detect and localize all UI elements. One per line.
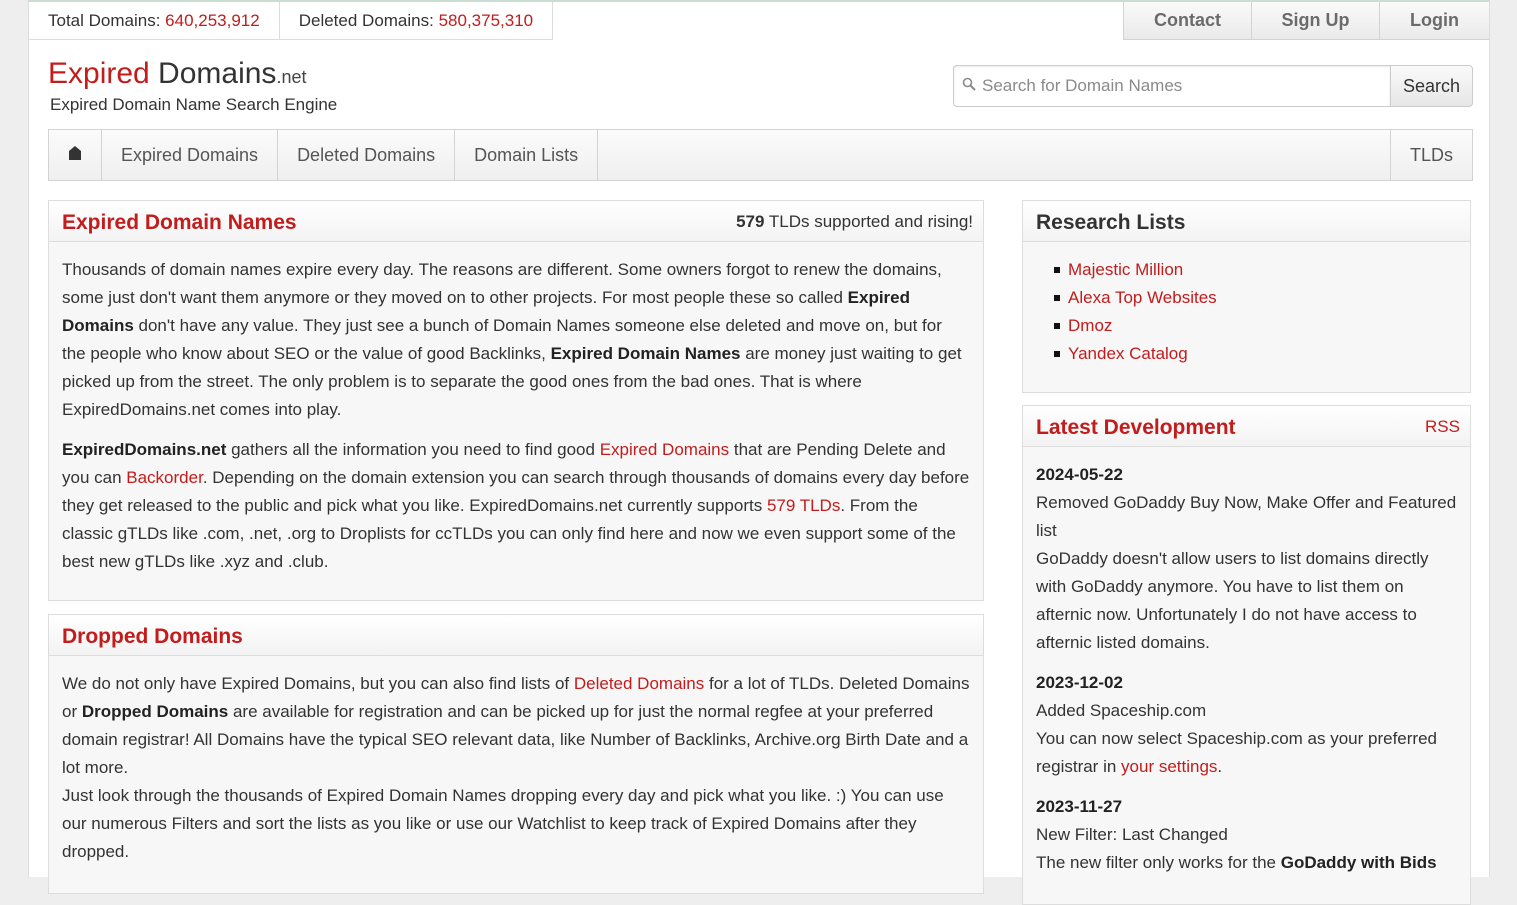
site-tagline: Expired Domain Name Search Engine — [50, 95, 338, 114]
search-icon — [962, 76, 976, 96]
list-item: Alexa Top Websites — [1054, 284, 1457, 312]
bold-text: GoDaddy with Bids — [1280, 853, 1437, 872]
news-date: 2024-05-22 — [1036, 465, 1123, 484]
logo-word-domains: Domains — [149, 57, 277, 90]
list-item: Dmoz — [1054, 312, 1457, 340]
bold-text: ExpiredDomains.net — [62, 440, 227, 459]
list-item: Yandex Catalog — [1054, 340, 1457, 368]
tlds-link[interactable]: 579 TLDs — [767, 496, 840, 515]
domain-search: Search — [953, 65, 1473, 107]
site-brand: Expired Domains.net Expired Domain Name … — [48, 56, 337, 115]
total-domains-stat: Total Domains: 640,253,912 — [29, 2, 280, 39]
news-body: You can now select Spaceship.com as your… — [1036, 725, 1457, 781]
site-logo[interactable]: Expired Domains.net — [48, 56, 337, 95]
panel-body: Majestic Million Alexa Top Websites Dmoz… — [1023, 242, 1470, 368]
text: gathers all the information you need to … — [226, 440, 600, 459]
intro-paragraph: Thousands of domain names expire every d… — [62, 256, 970, 424]
news-date: 2023-11-27 — [1036, 797, 1123, 816]
text: Thousands of domain names expire every d… — [62, 260, 942, 307]
alexa-top-websites-link[interactable]: Alexa Top Websites — [1068, 288, 1217, 307]
tld-count: 579 — [736, 212, 765, 231]
list-item: Majestic Million — [1054, 256, 1457, 284]
panel-header: Dropped Domains — [49, 615, 983, 656]
research-lists-panel: Research Lists Majestic Million Alexa To… — [1022, 200, 1471, 393]
news-body: The new filter only works for the GoDadd… — [1036, 849, 1457, 877]
majestic-million-link[interactable]: Majestic Million — [1068, 260, 1183, 279]
dropped-domains-panel: Dropped Domains We do not only have Expi… — [48, 614, 984, 894]
panel-body: We do not only have Expired Domains, but… — [49, 656, 983, 866]
latest-development-panel: Latest Development RSS 2024-05-22 Remove… — [1022, 405, 1471, 905]
nav-home[interactable] — [49, 130, 102, 180]
logo-tld: .net — [276, 67, 307, 87]
nav-deleted-domains[interactable]: Deleted Domains — [278, 130, 456, 180]
search-input[interactable] — [976, 76, 1390, 96]
search-button[interactable]: Search — [1390, 65, 1473, 107]
search-field[interactable] — [953, 65, 1390, 107]
news-item: 2023-12-02 Added Spaceship.com You can n… — [1036, 669, 1457, 781]
bold-text: Expired Domain Names — [550, 344, 741, 363]
dropped-paragraph: We do not only have Expired Domains, but… — [62, 670, 970, 782]
panel-header: Research Lists — [1023, 201, 1470, 242]
top-nav: Contact Sign Up Login — [1123, 2, 1489, 40]
research-list: Majestic Million Alexa Top Websites Dmoz… — [1036, 256, 1457, 368]
total-domains-value: 640,253,912 — [165, 11, 260, 30]
dropped-paragraph-2: Just look through the thousands of Expir… — [62, 786, 944, 861]
panel-header: Latest Development RSS — [1023, 406, 1470, 447]
panel-title: Expired Domain Names — [62, 211, 297, 234]
nav-expired-domains[interactable]: Expired Domains — [102, 130, 279, 180]
text: You can now select Spaceship.com as your… — [1036, 729, 1437, 776]
login-link[interactable]: Login — [1379, 2, 1489, 40]
deleted-domains-link[interactable]: Deleted Domains — [574, 674, 704, 693]
panel-title: Research Lists — [1036, 211, 1186, 234]
tld-count-note: 579 TLDs supported and rising! — [736, 212, 973, 232]
contact-link[interactable]: Contact — [1123, 2, 1251, 40]
panel-body: Thousands of domain names expire every d… — [49, 242, 983, 576]
expired-domains-panel: Expired Domain Names 579 TLDs supported … — [48, 200, 984, 601]
deleted-domains-value: 580,375,310 — [438, 11, 534, 30]
deleted-domains-label: Deleted Domains: — [298, 11, 434, 30]
news-body: GoDaddy doesn't allow users to list doma… — [1036, 549, 1429, 652]
nav-domain-lists[interactable]: Domain Lists — [455, 130, 599, 180]
home-icon — [68, 146, 82, 163]
news-headline: New Filter: Last Changed — [1036, 825, 1228, 844]
nav-tlds[interactable]: TLDs — [1389, 130, 1472, 180]
total-domains-label: Total Domains: — [48, 11, 161, 30]
bold-text: Dropped Domains — [81, 702, 229, 721]
panel-title: Dropped Domains — [62, 625, 243, 648]
signup-link[interactable]: Sign Up — [1251, 2, 1379, 40]
rss-link[interactable]: RSS — [1425, 417, 1460, 437]
tld-count-text: TLDs supported and rising! — [764, 212, 973, 231]
text: We do not only have Expired Domains, but… — [62, 674, 574, 693]
news-headline: Added Spaceship.com — [1036, 701, 1207, 720]
panel-title: Latest Development — [1036, 416, 1236, 439]
news-date: 2023-12-02 — [1036, 673, 1123, 692]
features-paragraph: ExpiredDomains.net gathers all the infor… — [62, 436, 970, 576]
backorder-link[interactable]: Backorder — [126, 468, 203, 487]
yandex-catalog-link[interactable]: Yandex Catalog — [1068, 344, 1188, 363]
deleted-domains-stat: Deleted Domains: 580,375,310 — [280, 2, 552, 39]
main-nav: Expired Domains Deleted Domains Domain L… — [48, 129, 1473, 181]
logo-word-expired: Expired — [48, 57, 150, 90]
text: . — [1217, 757, 1223, 776]
panel-header: Expired Domain Names 579 TLDs supported … — [49, 201, 983, 242]
news-item: 2023-11-27 New Filter: Last Changed The … — [1036, 793, 1457, 877]
panel-body: 2024-05-22 Removed GoDaddy Buy Now, Make… — [1023, 447, 1470, 877]
page-container: Total Domains: 640,253,912 Deleted Domai… — [28, 0, 1490, 905]
domain-stats-bar: Total Domains: 640,253,912 Deleted Domai… — [29, 2, 554, 40]
your-settings-link[interactable]: your settings — [1121, 757, 1217, 776]
news-item: 2024-05-22 Removed GoDaddy Buy Now, Make… — [1036, 461, 1457, 657]
expired-domains-link[interactable]: Expired Domains — [600, 440, 729, 459]
news-headline: Removed GoDaddy Buy Now, Make Offer and … — [1036, 493, 1457, 540]
text: The new filter only works for the — [1036, 853, 1281, 872]
dmoz-link[interactable]: Dmoz — [1068, 316, 1112, 335]
